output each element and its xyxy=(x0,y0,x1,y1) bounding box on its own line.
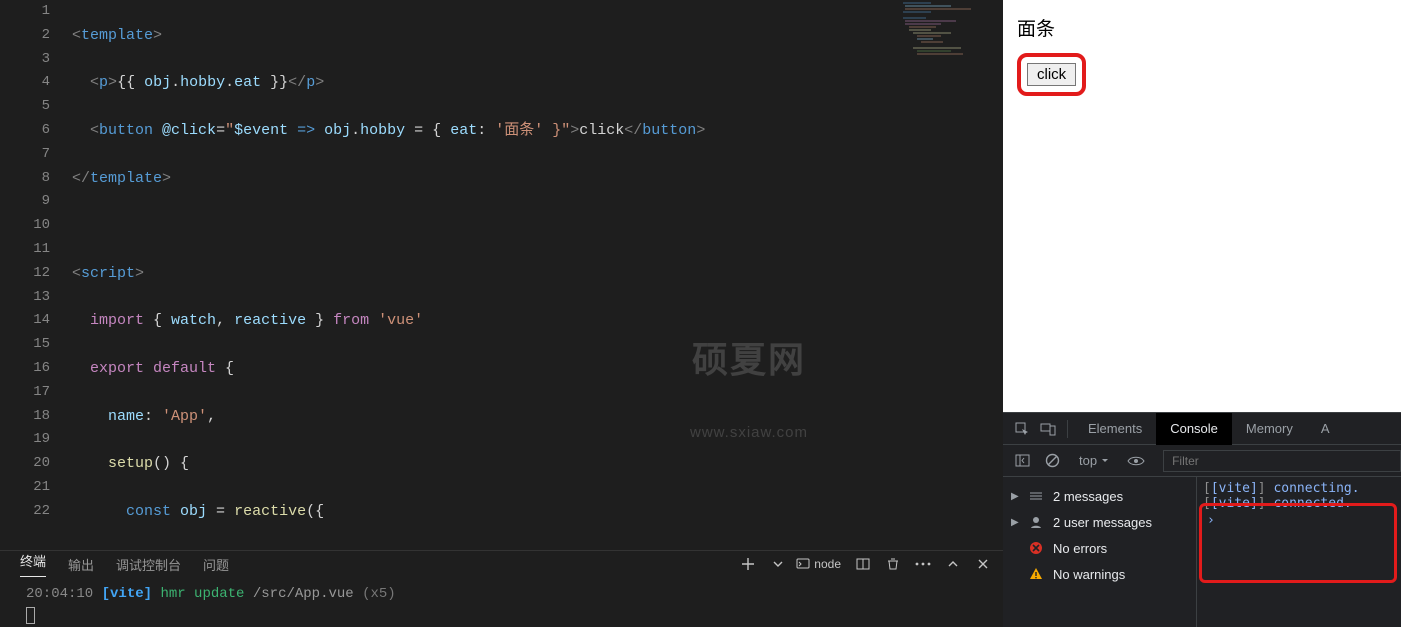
log-line: [[vite]] connecting. xyxy=(1203,481,1395,496)
line-gutter: 12345678910111213141516171819202122 xyxy=(0,0,72,550)
split-terminal-icon[interactable] xyxy=(855,556,871,572)
console-prompt-icon: › xyxy=(1207,513,1215,528)
editor-pane: 12345678910111213141516171819202122 <tem… xyxy=(0,0,1003,627)
terminal-cursor xyxy=(26,607,35,624)
sidebar-toggle-icon[interactable] xyxy=(1009,448,1035,474)
trash-icon[interactable] xyxy=(885,556,901,572)
tab-problems[interactable]: 问题 xyxy=(203,555,229,574)
console-log[interactable]: [[vite]] connecting. [[vite]] connected.… xyxy=(1197,477,1401,627)
terminal-log-line: 20:04:10 [vite] hmr update /src/App.vue … xyxy=(26,583,983,605)
highlight-frame: click xyxy=(1017,53,1086,96)
eye-icon[interactable] xyxy=(1123,448,1149,474)
side-messages[interactable]: ▶2 messages xyxy=(1003,483,1196,509)
terminal-node-label[interactable]: node xyxy=(796,557,841,571)
tab-elements[interactable]: Elements xyxy=(1074,413,1156,445)
tab-more[interactable]: A xyxy=(1307,413,1344,445)
live-preview: 面条 click xyxy=(1003,0,1401,412)
terminal-body[interactable]: 20:04:10 [vite] hmr update /src/App.vue … xyxy=(0,577,1003,627)
chevron-down-icon[interactable] xyxy=(770,556,786,572)
device-toggle-icon[interactable] xyxy=(1035,416,1061,442)
tab-memory[interactable]: Memory xyxy=(1232,413,1307,445)
preview-text: 面条 xyxy=(1017,14,1401,41)
side-user-messages[interactable]: ▶2 user messages xyxy=(1003,509,1196,535)
clear-console-icon[interactable] xyxy=(1039,448,1065,474)
devtools-panel: Elements Console Memory A top ▶2 message… xyxy=(1003,412,1401,627)
chevron-up-icon[interactable] xyxy=(945,556,961,572)
side-no-errors[interactable]: No errors xyxy=(1003,535,1196,561)
filter-input[interactable] xyxy=(1163,450,1401,472)
terminal-tabs: 终端 输出 调试控制台 问题 node xyxy=(0,550,1003,577)
highlight-frame xyxy=(1199,503,1397,583)
tab-output[interactable]: 输出 xyxy=(68,555,94,574)
console-sidebar: ▶2 messages ▶2 user messages No errors N… xyxy=(1003,477,1197,627)
side-no-warnings[interactable]: No warnings xyxy=(1003,561,1196,587)
new-terminal-icon[interactable] xyxy=(740,556,756,572)
context-selector[interactable]: top xyxy=(1073,453,1115,468)
code-content[interactable]: <template> <p>{{ obj.hobby.eat }}</p> <b… xyxy=(72,0,1003,550)
tab-debug-console[interactable]: 调试控制台 xyxy=(116,555,181,574)
tab-console[interactable]: Console xyxy=(1156,413,1232,445)
inspect-icon[interactable] xyxy=(1009,416,1035,442)
tab-terminal[interactable]: 终端 xyxy=(20,551,46,577)
more-icon[interactable] xyxy=(915,556,931,572)
close-icon[interactable] xyxy=(975,556,991,572)
click-button[interactable]: click xyxy=(1027,63,1076,86)
minimap[interactable] xyxy=(901,0,991,60)
code-area[interactable]: 12345678910111213141516171819202122 <tem… xyxy=(0,0,1003,550)
